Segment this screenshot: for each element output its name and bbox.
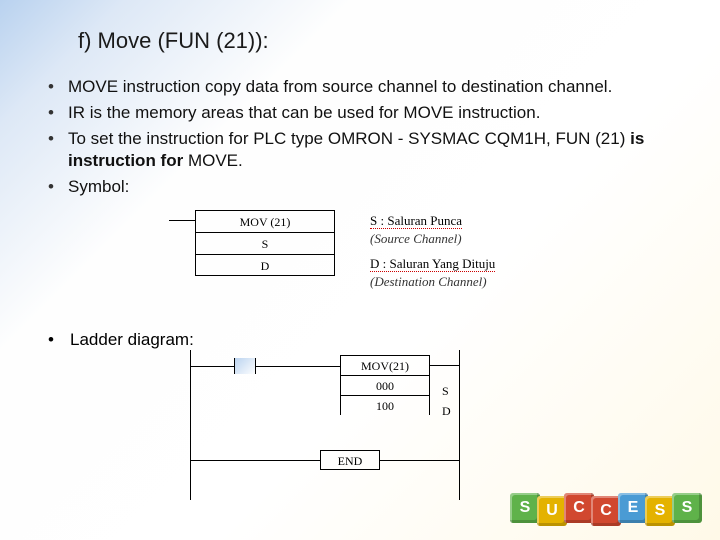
ladder-conn-top xyxy=(430,365,460,366)
symbol-row-mov: MOV (21) xyxy=(195,210,335,232)
symbol-row-d: D xyxy=(195,254,335,276)
ladder-rung-2 xyxy=(190,460,320,461)
slide-title: f) Move (FUN (21)): xyxy=(78,28,269,54)
symbol-legend: S : Saluran Punca (Source Channel) D : S… xyxy=(370,212,495,290)
bullet-5-ladder: Ladder diagram: xyxy=(70,330,194,350)
ladder-side-s: S xyxy=(442,384,449,399)
ladder-diagram: MOV(21) 000 100 S D END xyxy=(190,350,460,500)
bullet-3-pre: To set the instruction for PLC type OMRO… xyxy=(68,129,630,148)
legend-d-head: D : Saluran Yang Dituju xyxy=(370,255,495,273)
symbol-block: MOV (21) S D xyxy=(195,210,335,276)
ladder-rung-1 xyxy=(190,366,340,367)
bullet-3: To set the instruction for PLC type OMRO… xyxy=(44,128,690,172)
block-c2: C xyxy=(591,496,621,526)
ladder-instr-100: 100 xyxy=(340,395,430,415)
symbol-row-s: S xyxy=(195,232,335,254)
legend-s-sub: (Source Channel) xyxy=(370,230,495,248)
block-c1: C xyxy=(564,493,594,523)
block-s3: S xyxy=(672,493,702,523)
ladder-end-right xyxy=(380,460,460,461)
block-u: U xyxy=(537,496,567,526)
slide: f) Move (FUN (21)): MOVE instruction cop… xyxy=(0,0,720,540)
ladder-instruction-block: MOV(21) 000 100 xyxy=(340,355,430,415)
ladder-instr-000: 000 xyxy=(340,375,430,395)
symbol-stem xyxy=(169,220,195,221)
ladder-instr-mov: MOV(21) xyxy=(340,355,430,375)
block-s1: S xyxy=(510,493,540,523)
success-blocks: S U C C E S S xyxy=(513,496,702,526)
bullet-4-symbol: Symbol: xyxy=(44,176,690,198)
ladder-rail-left xyxy=(190,350,191,500)
ladder-end-box: END xyxy=(320,450,380,470)
block-e: E xyxy=(618,493,648,523)
bullet-list: MOVE instruction copy data from source c… xyxy=(44,76,690,198)
bullet-1: MOVE instruction copy data from source c… xyxy=(44,76,690,98)
ladder-contact xyxy=(234,358,256,374)
content-area: MOVE instruction copy data from source c… xyxy=(44,76,690,202)
legend-d-sub: (Destination Channel) xyxy=(370,273,495,291)
ladder-side-d: D xyxy=(442,404,451,419)
block-s2: S xyxy=(645,496,675,526)
bullet-3-post: MOVE. xyxy=(183,151,243,170)
ladder-rail-right xyxy=(459,350,460,500)
bullet-2: IR is the memory areas that can be used … xyxy=(44,102,690,124)
legend-s-head: S : Saluran Punca xyxy=(370,212,495,230)
